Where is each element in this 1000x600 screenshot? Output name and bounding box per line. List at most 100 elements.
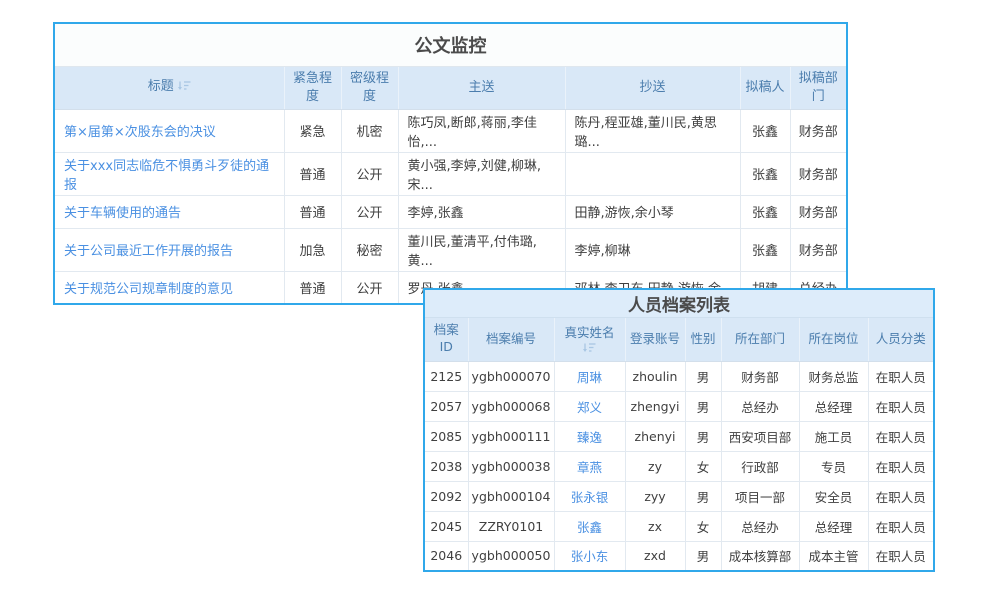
doc-cell-drafter: 张鑫 [740, 228, 790, 271]
person-cell-account: zxd [625, 541, 685, 571]
doc-table-row: 关于车辆使用的通告 普通 公开 李婷,张鑫 田静,游恢,余小琴 张鑫 财务部 [54, 195, 847, 228]
person-cell-dept: 行政部 [721, 451, 799, 481]
person-cell-account: zhengyi [625, 391, 685, 421]
doc-cell-main-to: 李婷,张鑫 [398, 195, 565, 228]
doc-cell-main-to: 陈巧凤,断郎,蒋丽,李佳怡,... [398, 109, 565, 152]
doc-table-row: 关于公司最近工作开展的报告 加急 秘密 董川民,董清平,付伟璐,黄... 李婷,… [54, 228, 847, 271]
person-cell-post: 成本主管 [799, 541, 868, 571]
person-cell-id: 2046 [424, 541, 468, 571]
person-cell-dept: 成本核算部 [721, 541, 799, 571]
doc-cell-cc: 陈丹,程亚雄,董川民,黄思璐... [565, 109, 740, 152]
personnel-row: 2092 ygbh000104 张永银 zyy 男 项目一部 安全员 在职人员 [424, 481, 934, 511]
person-cell-post: 总经理 [799, 511, 868, 541]
doc-cell-urgency: 普通 [284, 195, 341, 228]
person-cell-post: 施工员 [799, 421, 868, 451]
personnel-row: 2085 ygbh000111 臻逸 zhenyi 男 西安项目部 施工员 在职… [424, 421, 934, 451]
person-col-name[interactable]: 真实姓名 [554, 317, 625, 361]
person-cell-post: 总经理 [799, 391, 868, 421]
doc-cell-cc [565, 152, 740, 195]
person-name-link[interactable]: 章燕 [577, 460, 602, 475]
sort-icon[interactable] [178, 79, 191, 97]
person-cell-name: 章燕 [554, 451, 625, 481]
doc-header-row: 标题 紧急程度 密级程度 主送 抄送 拟稿人 拟稿部门 [54, 66, 847, 109]
person-cell-dept: 财务部 [721, 361, 799, 391]
personnel-row: 2125 ygbh000070 周琳 zhoulin 男 财务部 财务总监 在职… [424, 361, 934, 391]
person-cell-code: ygbh000050 [468, 541, 554, 571]
doc-cell-cc: 田静,游恢,余小琴 [565, 195, 740, 228]
person-cell-name: 郑义 [554, 391, 625, 421]
doc-cell-dept: 财务部 [790, 152, 847, 195]
person-cell-id: 2038 [424, 451, 468, 481]
person-name-link[interactable]: 周琳 [577, 370, 602, 385]
person-name-link[interactable]: 郑义 [577, 400, 602, 415]
sort-icon[interactable] [583, 342, 596, 353]
doc-cell-secrecy: 公开 [341, 152, 398, 195]
doc-title-link[interactable]: 关于车辆使用的通告 [64, 206, 181, 221]
person-cell-code: ygbh000070 [468, 361, 554, 391]
personnel-title-row: 人员档案列表 [424, 289, 934, 317]
doc-cell-dept: 财务部 [790, 195, 847, 228]
doc-col-title[interactable]: 标题 [54, 66, 284, 109]
doc-title-link[interactable]: 关于公司最近工作开展的报告 [64, 244, 233, 259]
person-col-gender: 性别 [685, 317, 721, 361]
person-name-link[interactable]: 张永银 [571, 490, 609, 505]
doc-cell-title: 关于xxx同志临危不惧勇斗歹徒的通报 [54, 152, 284, 195]
doc-monitor-panel: 公文监控 标题 紧急程度 密级程度 主送 抄送 拟稿人 拟稿部门 第×届第×次股… [53, 22, 846, 305]
doc-col-title-label: 标题 [148, 79, 174, 94]
person-cell-name: 张鑫 [554, 511, 625, 541]
person-cell-post: 安全员 [799, 481, 868, 511]
person-cell-name: 臻逸 [554, 421, 625, 451]
person-col-code: 档案编号 [468, 317, 554, 361]
doc-col-main-to: 主送 [398, 66, 565, 109]
person-col-category: 人员分类 [868, 317, 934, 361]
person-cell-category: 在职人员 [868, 451, 934, 481]
doc-cell-secrecy: 秘密 [341, 228, 398, 271]
person-cell-id: 2125 [424, 361, 468, 391]
personnel-row: 2045 ZZRY0101 张鑫 zx 女 总经办 总经理 在职人员 [424, 511, 934, 541]
doc-col-dept: 拟稿部门 [790, 66, 847, 109]
personnel-row: 2038 ygbh000038 章燕 zy 女 行政部 专员 在职人员 [424, 451, 934, 481]
person-cell-code: ygbh000068 [468, 391, 554, 421]
person-cell-id: 2085 [424, 421, 468, 451]
person-cell-dept: 总经办 [721, 391, 799, 421]
person-cell-name: 张小东 [554, 541, 625, 571]
doc-cell-drafter: 张鑫 [740, 109, 790, 152]
person-name-link[interactable]: 张鑫 [577, 520, 602, 535]
doc-cell-secrecy: 公开 [341, 271, 398, 304]
person-cell-category: 在职人员 [868, 481, 934, 511]
person-cell-code: ygbh000111 [468, 421, 554, 451]
doc-cell-title: 第×届第×次股东会的决议 [54, 109, 284, 152]
doc-cell-main-to: 黄小强,李婷,刘健,柳琳,宋... [398, 152, 565, 195]
person-name-link[interactable]: 张小东 [571, 549, 609, 564]
doc-cell-drafter: 张鑫 [740, 152, 790, 195]
person-cell-name: 张永银 [554, 481, 625, 511]
doc-monitor-table: 公文监控 标题 紧急程度 密级程度 主送 抄送 拟稿人 拟稿部门 第×届第×次股… [53, 22, 848, 305]
person-cell-account: zyy [625, 481, 685, 511]
person-cell-code: ZZRY0101 [468, 511, 554, 541]
personnel-row: 2046 ygbh000050 张小东 zxd 男 成本核算部 成本主管 在职人… [424, 541, 934, 571]
person-cell-gender: 男 [685, 361, 721, 391]
doc-table-row: 关于xxx同志临危不惧勇斗歹徒的通报 普通 公开 黄小强,李婷,刘健,柳琳,宋.… [54, 152, 847, 195]
doc-cell-urgency: 加急 [284, 228, 341, 271]
person-cell-id: 2045 [424, 511, 468, 541]
doc-title-link[interactable]: 关于xxx同志临危不惧勇斗歹徒的通报 [64, 159, 269, 193]
doc-cell-urgency: 普通 [284, 271, 341, 304]
person-cell-gender: 男 [685, 421, 721, 451]
doc-cell-urgency: 紧急 [284, 109, 341, 152]
person-cell-account: zx [625, 511, 685, 541]
doc-title-link[interactable]: 第×届第×次股东会的决议 [64, 125, 216, 140]
doc-cell-dept: 财务部 [790, 228, 847, 271]
doc-table-row: 第×届第×次股东会的决议 紧急 机密 陈巧凤,断郎,蒋丽,李佳怡,... 陈丹,… [54, 109, 847, 152]
person-cell-id: 2092 [424, 481, 468, 511]
doc-title-row: 公文监控 [54, 23, 847, 66]
person-name-link[interactable]: 臻逸 [577, 430, 602, 445]
doc-cell-secrecy: 公开 [341, 195, 398, 228]
personnel-title: 人员档案列表 [424, 289, 934, 317]
doc-title-link[interactable]: 关于规范公司规章制度的意见 [64, 282, 233, 297]
person-cell-account: zhenyi [625, 421, 685, 451]
doc-cell-title: 关于公司最近工作开展的报告 [54, 228, 284, 271]
personnel-header-row: 档案ID 档案编号 真实姓名 登录账号 性别 所在部门 所在岗位 人员分类 [424, 317, 934, 361]
person-cell-dept: 项目一部 [721, 481, 799, 511]
person-cell-post: 专员 [799, 451, 868, 481]
person-cell-category: 在职人员 [868, 391, 934, 421]
